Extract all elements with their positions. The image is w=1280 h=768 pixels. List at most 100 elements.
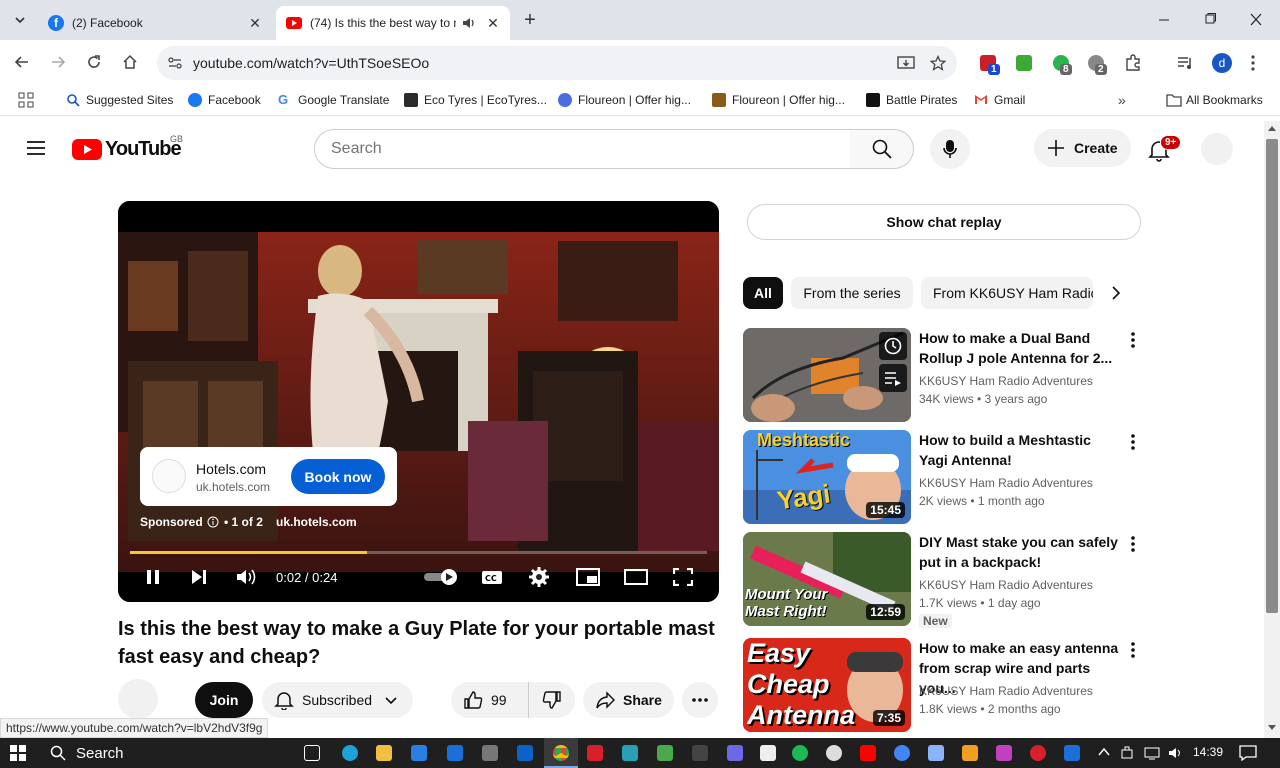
recommendation-channel[interactable]: KK6USY Ham Radio Adventures: [919, 374, 1093, 388]
bookmark-floureon-2[interactable]: Floureon | Offer hig...: [712, 92, 845, 108]
notepad-icon[interactable]: [760, 745, 776, 761]
app-red-icon[interactable]: [587, 745, 603, 761]
media-controls-icon[interactable]: [1177, 55, 1195, 71]
back-icon[interactable]: [8, 48, 36, 76]
bookmark-google-translate[interactable]: G Google Translate: [278, 92, 389, 108]
tray-volume-icon[interactable]: [1168, 746, 1184, 760]
page-scrollbar[interactable]: [1264, 121, 1280, 738]
tab-search-icon[interactable]: [6, 6, 34, 34]
tray-network-icon[interactable]: [1144, 746, 1160, 760]
youtube-logo[interactable]: YouTube GB: [72, 134, 183, 161]
chrome-menu-icon[interactable]: [1250, 54, 1256, 72]
taskbar-search[interactable]: Search: [40, 738, 290, 768]
close-tab-icon[interactable]: ✕: [246, 14, 264, 32]
voice-search-button[interactable]: [930, 129, 970, 169]
close-tab-icon[interactable]: ✕: [484, 14, 502, 32]
theater-mode-button[interactable]: [624, 569, 648, 585]
account-avatar[interactable]: [1201, 133, 1233, 165]
outlook-icon[interactable]: [517, 745, 533, 761]
tab-facebook[interactable]: f (2) Facebook ✕: [40, 6, 272, 40]
profile-avatar[interactable]: d: [1212, 53, 1232, 73]
minimize-button[interactable]: [1154, 12, 1174, 28]
app-teal-icon[interactable]: [622, 745, 638, 761]
reload-icon[interactable]: [80, 48, 108, 76]
more-actions-button[interactable]: [682, 682, 718, 718]
spotify-icon[interactable]: [792, 745, 808, 761]
show-chat-replay-button[interactable]: Show chat replay: [747, 204, 1141, 240]
ad-cta-button[interactable]: Book now: [291, 459, 385, 494]
task-view-icon[interactable]: [304, 745, 320, 761]
ad-link[interactable]: uk.hotels.com: [276, 515, 357, 529]
app-monitor-icon[interactable]: [928, 745, 944, 761]
bookmark-gmail[interactable]: Gmail: [974, 92, 1025, 108]
subscribed-button[interactable]: Subscribed: [262, 682, 413, 718]
subtitles-button[interactable]: CC: [481, 568, 503, 586]
scroll-up-arrow[interactable]: [1268, 125, 1276, 131]
app-circle-icon[interactable]: [826, 745, 842, 761]
recommendation-item[interactable]: Easy Cheap Antenna 7:35 How to make an e…: [743, 638, 1143, 734]
video-player[interactable]: Hotels.com uk.hotels.com Book now Sponso…: [118, 201, 719, 602]
chip-all[interactable]: All: [743, 277, 783, 309]
more-vertical-icon[interactable]: [1125, 432, 1141, 452]
settings-gear-icon[interactable]: [529, 567, 549, 587]
opera-icon[interactable]: [1030, 745, 1046, 761]
recommendation-item[interactable]: Mount Your Mast Right! 12:59 DIY Mast st…: [743, 532, 1143, 628]
recommendation-title[interactable]: How to make a Dual Band Rollup J pole An…: [919, 328, 1119, 368]
new-tab-button[interactable]: +: [520, 10, 540, 30]
app-orange-icon[interactable]: [962, 745, 978, 761]
recommendation-title[interactable]: How to build a Meshtastic Yagi Antenna!: [919, 430, 1119, 470]
channel-avatar[interactable]: [118, 679, 158, 719]
more-vertical-icon[interactable]: [1125, 534, 1141, 554]
file-explorer-icon[interactable]: [376, 745, 392, 761]
video-thumbnail[interactable]: Meshtastic Yagi 15:45: [743, 430, 911, 524]
chips-next-arrow[interactable]: [1108, 285, 1124, 301]
tab-youtube[interactable]: (74) Is this the best way to m ✕: [276, 6, 510, 40]
extension-green-icon[interactable]: [1016, 55, 1032, 71]
youtube-taskbar-icon[interactable]: [860, 745, 876, 761]
share-button[interactable]: Share: [583, 682, 674, 718]
scroll-down-arrow[interactable]: [1268, 725, 1276, 731]
forward-icon[interactable]: [44, 48, 72, 76]
recommendation-channel[interactable]: KK6USY Ham Radio Adventures: [919, 476, 1093, 490]
url-text[interactable]: youtube.com/watch?v=UthTSoeSEOo: [193, 55, 429, 71]
search-button[interactable]: [850, 129, 914, 169]
site-info-icon[interactable]: [167, 56, 183, 70]
recommendation-item[interactable]: How to make a Dual Band Rollup J pole An…: [743, 328, 1143, 424]
next-button[interactable]: [190, 568, 208, 586]
app-dark-icon[interactable]: [692, 745, 708, 761]
miniplayer-button[interactable]: [576, 568, 600, 586]
video-thumbnail[interactable]: [743, 328, 911, 422]
bookmark-battle-pirates[interactable]: Battle Pirates: [866, 92, 957, 108]
address-bar[interactable]: youtube.com/watch?v=UthTSoeSEOo: [157, 46, 957, 80]
app-purple-icon[interactable]: [996, 745, 1012, 761]
close-window-button[interactable]: [1246, 12, 1266, 28]
install-app-icon[interactable]: [897, 55, 915, 71]
home-icon[interactable]: [116, 48, 144, 76]
maps-icon[interactable]: [894, 745, 910, 761]
tray-usb-icon[interactable]: [1120, 746, 1134, 760]
bookmark-star-icon[interactable]: [930, 55, 946, 71]
create-button[interactable]: Create: [1034, 129, 1131, 167]
recommendation-channel[interactable]: KK6USY Ham Radio Adventures: [919, 578, 1093, 592]
notification-center-icon[interactable]: [1239, 745, 1257, 761]
extensions-puzzle-icon[interactable]: [1124, 54, 1142, 72]
scrollbar-thumb[interactable]: [1266, 139, 1278, 613]
chip-from-series[interactable]: From the series: [791, 277, 913, 309]
dislike-button[interactable]: [529, 682, 575, 718]
app-icon[interactable]: [482, 745, 498, 761]
video-thumbnail[interactable]: Easy Cheap Antenna 7:35: [743, 638, 911, 732]
like-button[interactable]: 99: [451, 682, 529, 718]
taskbar-clock[interactable]: 14:39: [1193, 745, 1223, 759]
windows-start-icon[interactable]: [10, 745, 26, 761]
bookmark-eco-tyres[interactable]: Eco Tyres | EcoTyres...: [404, 92, 547, 108]
app-blue-icon[interactable]: [727, 745, 743, 761]
bookmark-floureon-1[interactable]: Floureon | Offer hig...: [558, 92, 691, 108]
app-green-icon[interactable]: [657, 745, 673, 761]
guide-menu-icon[interactable]: [26, 140, 46, 156]
volume-button[interactable]: [236, 568, 258, 586]
video-thumbnail[interactable]: Mount Your Mast Right! 12:59: [743, 532, 911, 626]
search-input[interactable]: Search: [314, 129, 851, 169]
restore-button[interactable]: [1200, 12, 1220, 28]
bookmark-suggested-sites[interactable]: Suggested Sites: [66, 92, 173, 108]
chrome-taskbar-icon[interactable]: [544, 738, 578, 768]
